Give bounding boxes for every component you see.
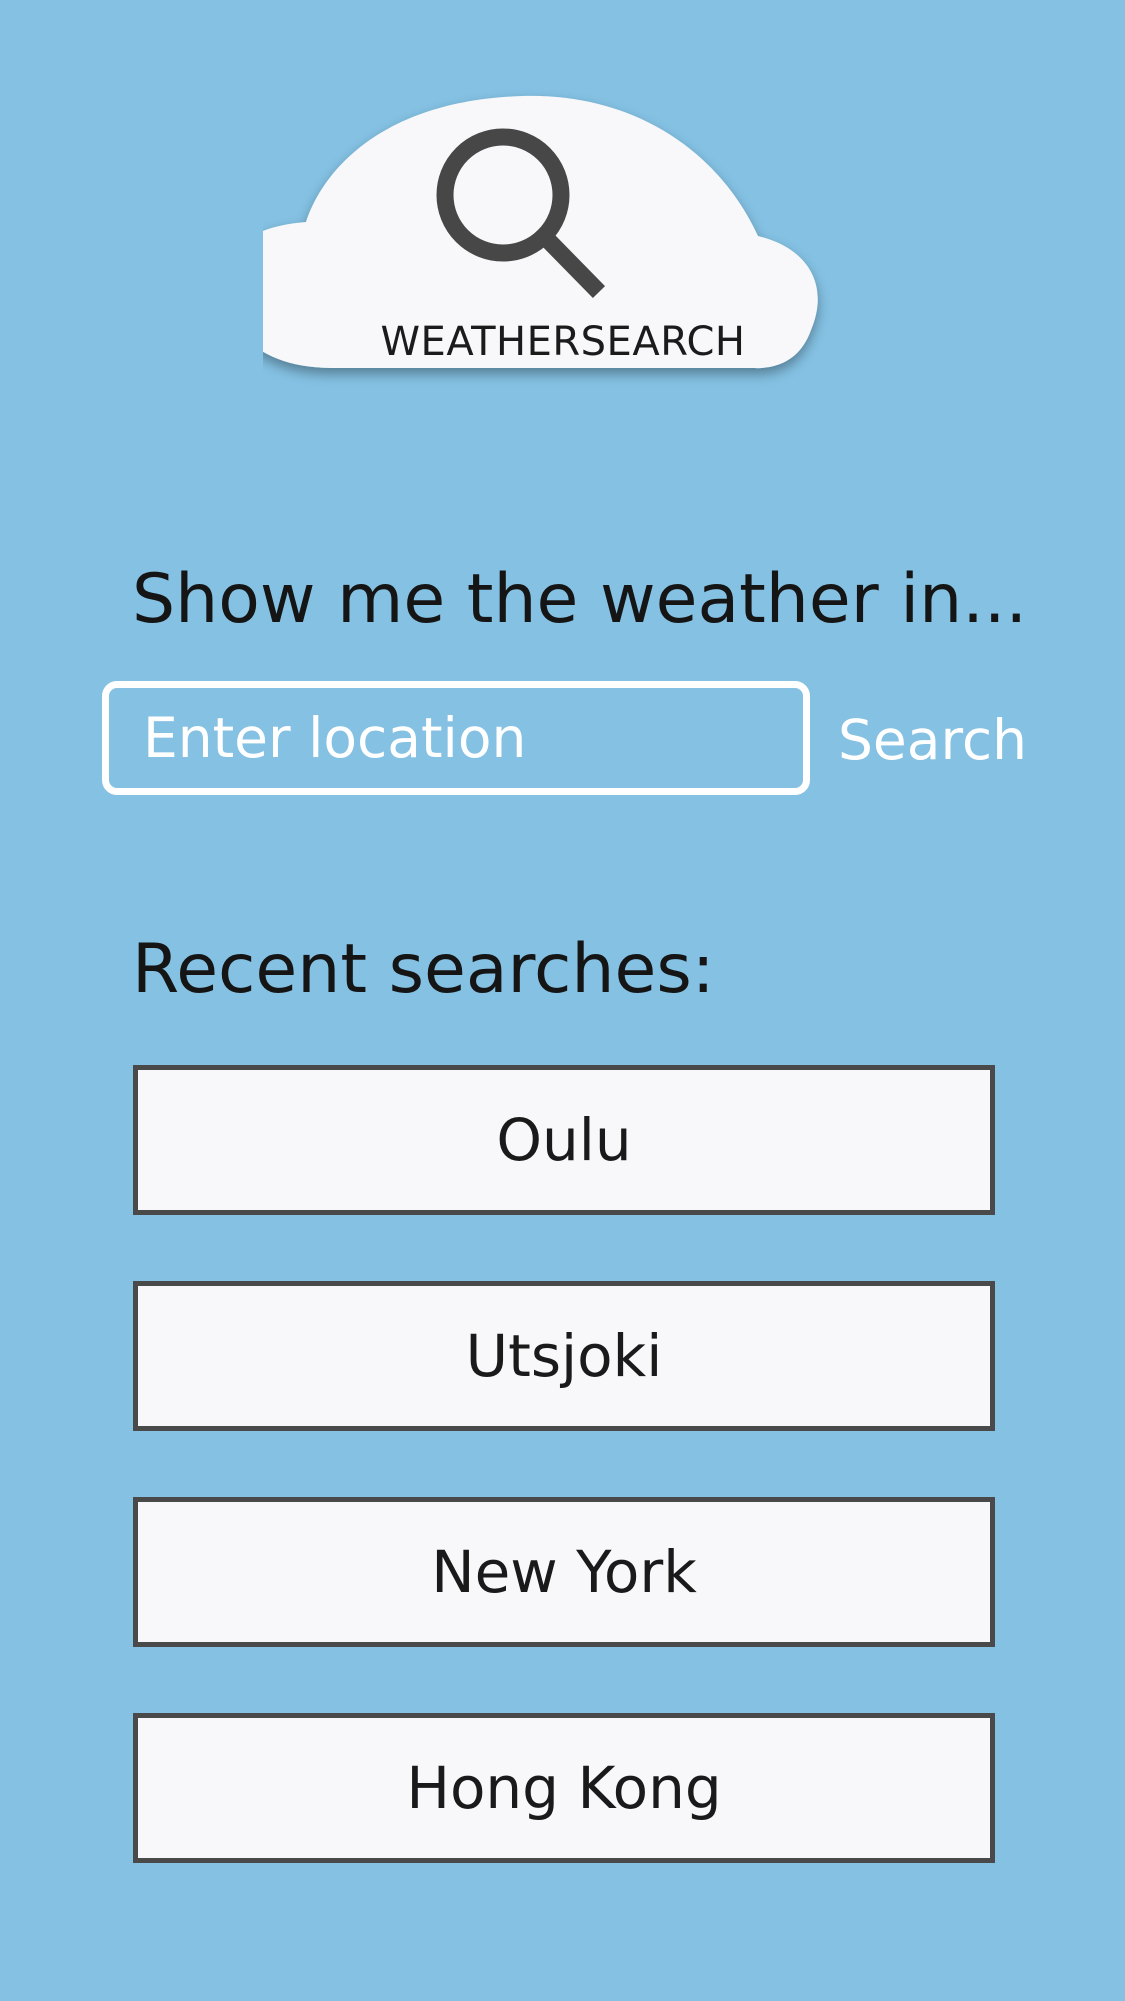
- search-prompt: Show me the weather in...: [132, 560, 1028, 639]
- location-input[interactable]: [102, 681, 810, 795]
- cloud-shape: [263, 95, 818, 369]
- recent-search-utsjoki[interactable]: Utsjoki: [133, 1281, 995, 1431]
- app-logo: WEATHERSEARCH: [263, 86, 863, 451]
- recent-searches-heading: Recent searches:: [132, 930, 715, 1009]
- search-button[interactable]: Search: [838, 700, 1027, 780]
- recent-search-new-york[interactable]: New York: [133, 1497, 995, 1647]
- recent-search-hong-kong[interactable]: Hong Kong: [133, 1713, 995, 1863]
- recent-search-oulu[interactable]: Oulu: [133, 1065, 995, 1215]
- app-name: WEATHERSEARCH: [380, 319, 746, 365]
